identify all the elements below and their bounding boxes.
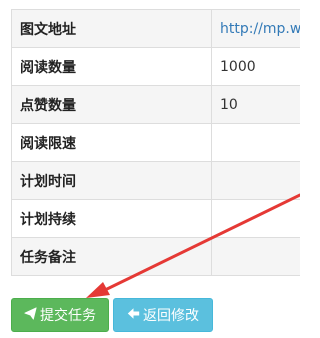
arrow-left-icon: [127, 307, 140, 323]
row-label-task-note: 任务备注: [11, 237, 212, 276]
row-label-like-count: 点赞数量: [11, 85, 212, 124]
table-row: 任务备注: [11, 237, 300, 276]
table-row: 图文地址 http://mp.w: [11, 9, 300, 48]
task-confirm-page: 图文地址 http://mp.w 阅读数量 1000 点赞数量 10 阅读限速 …: [0, 0, 300, 338]
planned-time-value: [211, 161, 300, 200]
row-label-read-speed-limit: 阅读限速: [11, 123, 212, 162]
task-note-value: [211, 237, 300, 276]
read-count-value: 1000: [211, 47, 300, 86]
row-label-planned-time: 计划时间: [11, 161, 212, 200]
planned-duration-value: [211, 199, 300, 238]
row-label-read-count: 阅读数量: [11, 47, 212, 86]
table-row: 阅读数量 1000: [11, 47, 300, 86]
like-count-value: 10: [211, 85, 300, 124]
row-label-article-url: 图文地址: [11, 9, 212, 48]
back-to-edit-button[interactable]: 返回修改: [113, 298, 213, 332]
task-details-table: 图文地址 http://mp.w 阅读数量 1000 点赞数量 10 阅读限速 …: [11, 9, 300, 276]
table-row: 计划持续: [11, 199, 300, 238]
read-speed-limit-value: [211, 123, 300, 162]
table-row: 计划时间: [11, 161, 300, 200]
submit-task-button[interactable]: 提交任务: [11, 298, 109, 332]
annotation-arrow-head: [86, 282, 110, 298]
table-row: 点赞数量 10: [11, 85, 300, 124]
paper-plane-icon: [24, 307, 37, 323]
back-to-edit-label: 返回修改: [143, 308, 199, 324]
article-url-link[interactable]: http://mp.w: [211, 9, 300, 48]
submit-task-label: 提交任务: [40, 308, 96, 324]
row-label-planned-duration: 计划持续: [11, 199, 212, 238]
table-row: 阅读限速: [11, 123, 300, 162]
